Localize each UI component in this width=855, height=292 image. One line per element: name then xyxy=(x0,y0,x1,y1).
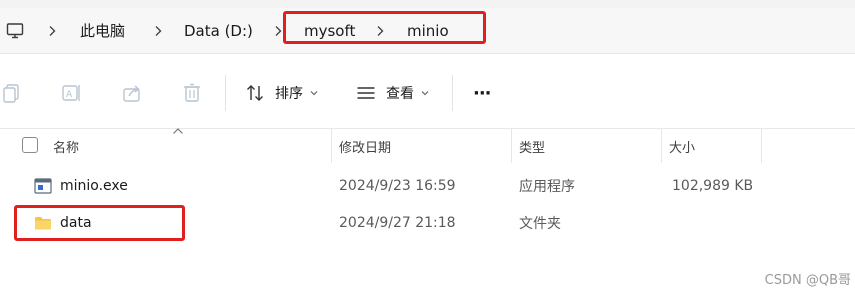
breadcrumb-this-pc[interactable]: 此电脑 xyxy=(80,20,125,42)
address-bar[interactable]: 此电脑 Data (D:) mysoft minio xyxy=(0,8,855,54)
sort-button[interactable]: 排序 xyxy=(245,81,318,105)
window-top-strip xyxy=(0,0,855,8)
file-modified: 2024/9/23 16:59 xyxy=(339,178,456,194)
sort-label: 排序 xyxy=(275,86,303,102)
copy-icon[interactable] xyxy=(0,81,24,105)
sort-icon xyxy=(247,85,263,101)
file-name[interactable]: minio.exe xyxy=(60,168,128,204)
file-name[interactable]: data xyxy=(60,205,92,241)
chevron-right-icon[interactable] xyxy=(150,20,166,42)
rename-icon[interactable]: A xyxy=(60,81,84,105)
watermark: CSDN @QB哥 xyxy=(764,273,851,288)
column-divider[interactable] xyxy=(331,129,332,163)
view-label: 查看 xyxy=(386,86,414,102)
breadcrumb-minio[interactable]: minio xyxy=(407,20,449,42)
view-button[interactable]: 查看 xyxy=(356,81,429,105)
column-divider[interactable] xyxy=(511,129,512,163)
svg-text:A: A xyxy=(66,90,73,100)
column-header-name[interactable]: 名称 xyxy=(53,129,79,163)
delete-icon[interactable] xyxy=(180,81,204,105)
file-type: 应用程序 xyxy=(519,179,575,195)
column-header-size[interactable]: 大小 xyxy=(669,129,695,163)
command-toolbar: A 排序 查看 ··· xyxy=(0,55,855,129)
breadcrumb-mysoft[interactable]: mysoft xyxy=(304,20,355,42)
computer-icon[interactable] xyxy=(6,22,24,40)
column-divider[interactable] xyxy=(761,129,762,163)
file-row[interactable]: minio.exe 2024/9/23 16:59 应用程序 102,989 K… xyxy=(0,168,855,204)
share-icon[interactable] xyxy=(120,81,144,105)
chevron-right-icon[interactable] xyxy=(270,20,286,42)
file-size: 102,989 KB xyxy=(672,178,754,194)
more-icon: ··· xyxy=(473,82,491,104)
file-type: 文件夹 xyxy=(519,216,561,232)
file-row[interactable]: data 2024/9/27 21:18 文件夹 xyxy=(0,205,855,241)
chevron-right-icon[interactable] xyxy=(372,20,388,42)
column-header-modified[interactable]: 修改日期 xyxy=(339,129,391,163)
more-options-button[interactable]: ··· xyxy=(473,81,491,105)
folder-icon xyxy=(35,217,51,230)
view-icon xyxy=(357,87,375,99)
toolbar-divider xyxy=(452,75,453,111)
column-header-type[interactable]: 类型 xyxy=(519,129,545,163)
toolbar-divider xyxy=(225,75,226,111)
exe-file-icon xyxy=(34,178,52,194)
chevron-down-icon xyxy=(310,91,318,96)
breadcrumb-drive-d[interactable]: Data (D:) xyxy=(184,20,253,42)
chevron-down-icon xyxy=(421,91,429,96)
column-divider[interactable] xyxy=(661,129,662,163)
column-header-row: 名称 修改日期 类型 大小 xyxy=(0,129,855,163)
file-modified: 2024/9/27 21:18 xyxy=(339,215,456,231)
chevron-right-icon[interactable] xyxy=(44,20,60,42)
